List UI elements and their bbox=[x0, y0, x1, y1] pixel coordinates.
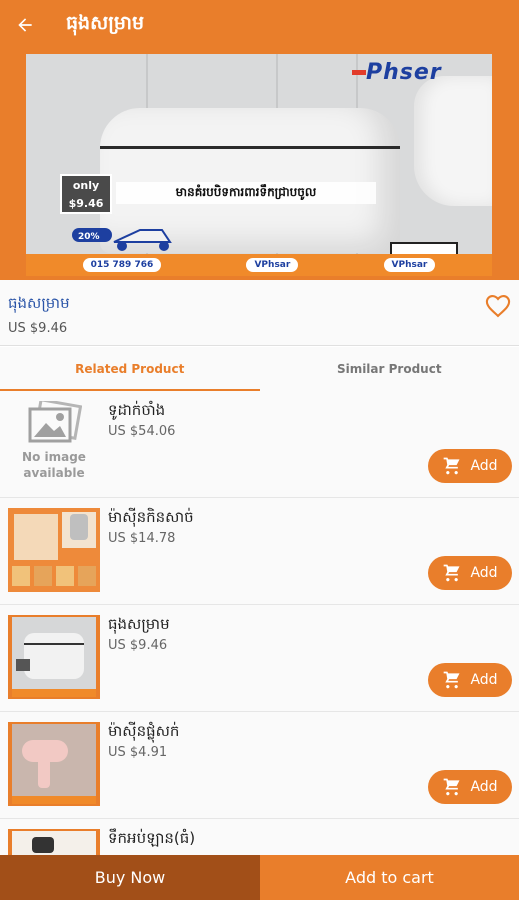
list-item[interactable]: ម៉ាស៊ីនកិនសាច់ US $14.78 Add bbox=[0, 498, 519, 605]
item-name: ទូដាក់ចាំង bbox=[108, 401, 166, 419]
trash-bin-image bbox=[8, 615, 100, 699]
price-badge: only $9.46 bbox=[60, 174, 112, 214]
item-name: ម៉ាស៊ីនផ្លុំសក់ bbox=[108, 722, 180, 740]
no-image-text: No image available bbox=[22, 450, 86, 480]
toilet-graphic bbox=[414, 76, 492, 206]
discount-text: 20% bbox=[78, 232, 100, 242]
product-banner-image: Phser មានគំរបបិទការពារទឹកជ្រាបចូល only $… bbox=[0, 50, 519, 280]
meat-grinder-thumbnail bbox=[8, 508, 100, 592]
back-button[interactable] bbox=[0, 0, 50, 50]
delivery-scooter-icon: 20% bbox=[72, 228, 172, 251]
badge-line2: $9.46 bbox=[68, 197, 104, 210]
list-item[interactable]: ទឹកអប់ឡាន(ធំ) bbox=[0, 819, 519, 855]
car-perfume-image bbox=[8, 829, 100, 855]
image-placeholder-icon bbox=[28, 401, 82, 443]
banner-photo: Phser មានគំរបបិទការពារទឹកជ្រាបចូល only $… bbox=[26, 54, 492, 276]
tab-similar-product[interactable]: Similar Product bbox=[260, 347, 519, 391]
badge-line1: only bbox=[72, 179, 100, 192]
add-label: Add bbox=[470, 779, 498, 795]
related-product-list: No image available ទូដាក់ចាំង US $54.06 … bbox=[0, 391, 519, 855]
add-label: Add bbox=[470, 565, 498, 581]
cart-icon bbox=[444, 778, 460, 796]
bin-lid-line bbox=[100, 146, 400, 149]
cart-icon bbox=[444, 457, 460, 475]
contact-facebook: VPhsar bbox=[246, 258, 299, 272]
heart-outline-icon bbox=[485, 295, 511, 318]
add-button[interactable]: Add bbox=[428, 770, 512, 804]
cart-icon bbox=[444, 564, 460, 582]
favorite-button[interactable] bbox=[484, 292, 512, 320]
contact-row: 015 789 766 VPhsar VPhsar bbox=[26, 254, 492, 276]
item-name: ធុងសម្រាម bbox=[108, 615, 170, 633]
hair-dryer-thumbnail bbox=[8, 722, 100, 806]
add-label: Add bbox=[470, 458, 498, 474]
trash-bin-thumbnail bbox=[8, 615, 100, 699]
contact-phone: 015 789 766 bbox=[82, 258, 162, 272]
list-item[interactable]: ធុងសម្រាម US $9.46 Add bbox=[0, 605, 519, 712]
add-to-cart-button[interactable]: Add to cart bbox=[260, 855, 519, 900]
add-label: Add bbox=[470, 672, 498, 688]
arrow-back-icon bbox=[18, 18, 32, 32]
list-item[interactable]: ម៉ាស៊ីនផ្លុំសក់ US $4.91 Add bbox=[0, 712, 519, 819]
contact-instagram: VPhsar bbox=[383, 258, 436, 272]
tab-related-product[interactable]: Related Product bbox=[0, 347, 260, 391]
car-perfume-thumbnail bbox=[8, 829, 100, 855]
banner-caption: មានគំរបបិទការពារទឹកជ្រាបចូល bbox=[116, 182, 376, 204]
item-price: US $14.78 bbox=[108, 531, 176, 546]
brand-logo: Phser bbox=[352, 60, 442, 85]
add-button[interactable]: Add bbox=[428, 449, 512, 483]
list-item[interactable]: No image available ទូដាក់ចាំង US $54.06 … bbox=[0, 391, 519, 498]
product-price: US $9.46 bbox=[8, 321, 68, 336]
product-name: ធុងសម្រាម bbox=[8, 294, 70, 312]
buy-now-button[interactable]: Buy Now bbox=[0, 855, 260, 900]
item-price: US $54.06 bbox=[108, 424, 176, 439]
page-title: ធុងសម្រាម bbox=[66, 12, 145, 34]
bottom-action-bar: Buy Now Add to cart bbox=[0, 855, 519, 900]
app-bar: ធុងសម្រាម bbox=[0, 0, 519, 50]
add-button[interactable]: Add bbox=[428, 663, 512, 697]
item-price: US $9.46 bbox=[108, 638, 168, 653]
product-info: ធុងសម្រាម US $9.46 bbox=[0, 280, 519, 346]
product-tabs: Related Product Similar Product bbox=[0, 347, 519, 391]
no-image-placeholder: No image available bbox=[8, 401, 100, 485]
add-button[interactable]: Add bbox=[428, 556, 512, 590]
item-price: US $4.91 bbox=[108, 745, 168, 760]
item-name: ម៉ាស៊ីនកិនសាច់ bbox=[108, 508, 194, 526]
cart-icon bbox=[444, 671, 460, 689]
hair-dryer-image bbox=[8, 722, 100, 806]
meat-grinder-image bbox=[8, 508, 100, 592]
item-name: ទឹកអប់ឡាន(ធំ) bbox=[108, 829, 196, 847]
